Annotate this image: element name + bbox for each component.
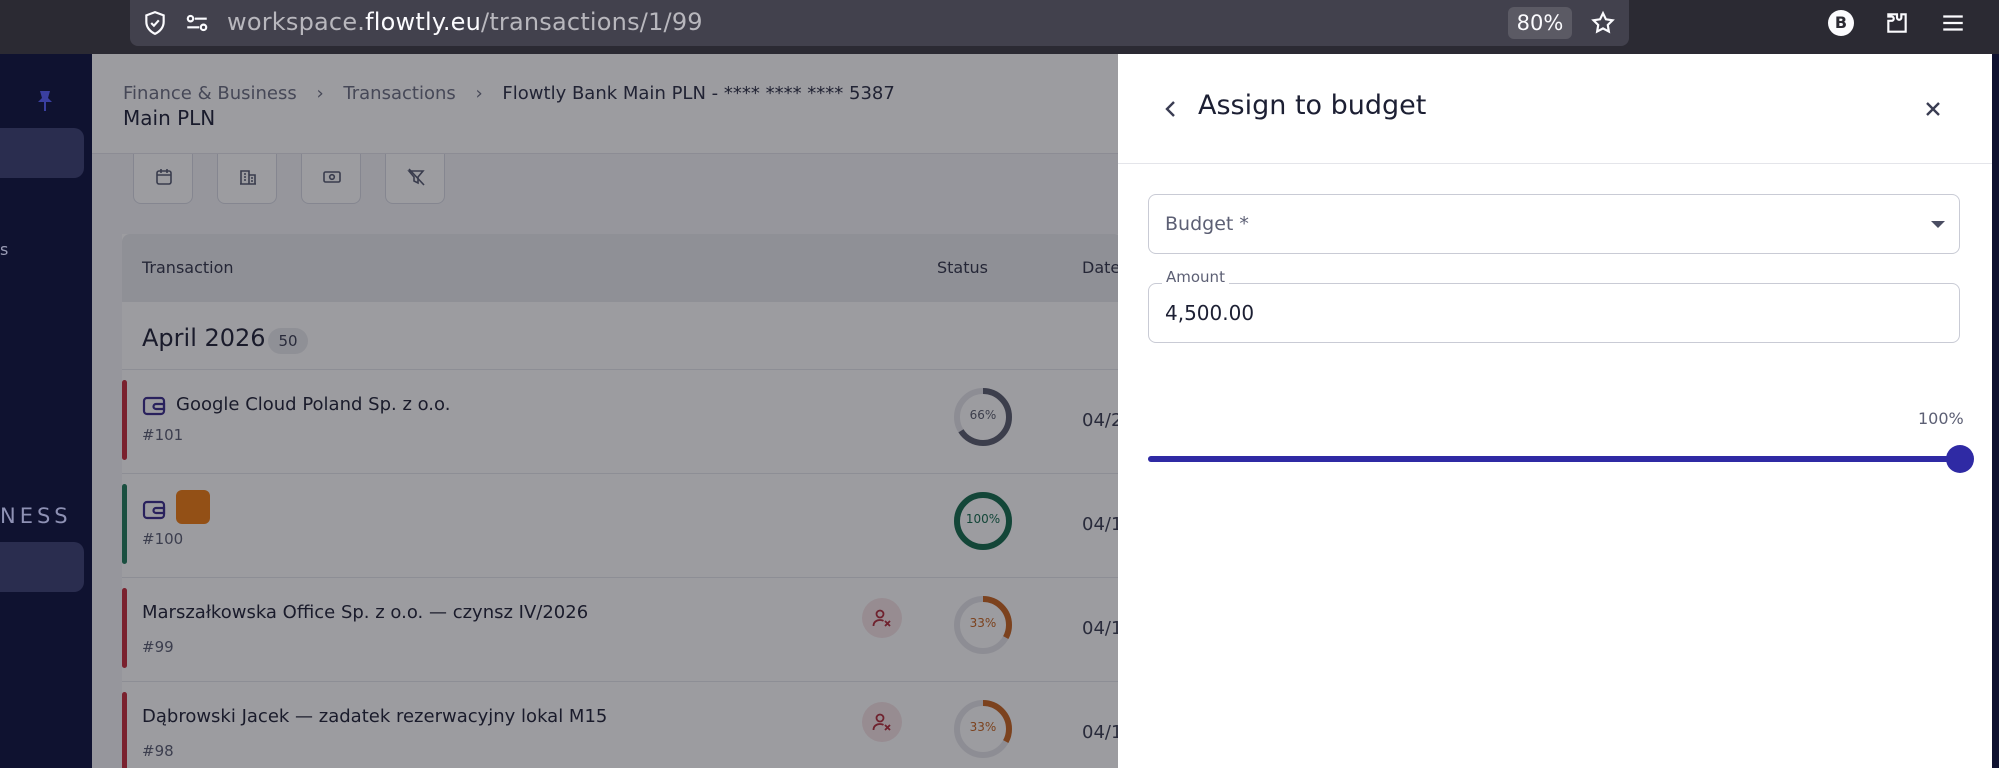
sidebar-item-label: s bbox=[0, 240, 9, 259]
percent-label: 100% bbox=[1918, 409, 1964, 428]
close-button[interactable] bbox=[1918, 94, 1948, 124]
modal-backdrop[interactable] bbox=[92, 54, 1122, 768]
address-bar[interactable]: workspace.flowtly.eu/transactions/1/99 8… bbox=[130, 0, 1629, 46]
sidebar-item-active[interactable] bbox=[0, 128, 84, 178]
browser-toolbar: workspace.flowtly.eu/transactions/1/99 8… bbox=[0, 0, 1999, 54]
sidebar: s NESS bbox=[0, 54, 92, 768]
chevron-left-icon bbox=[1165, 101, 1175, 117]
amount-slider-track[interactable] bbox=[1148, 456, 1960, 462]
site-permissions-icon[interactable] bbox=[184, 10, 210, 36]
menu-icon[interactable] bbox=[1940, 10, 1966, 36]
amount-label: Amount bbox=[1162, 268, 1229, 286]
dropdown-caret-icon bbox=[1931, 221, 1945, 228]
assign-budget-drawer: Assign to budget Budget * 4,500.00 Amoun… bbox=[1118, 54, 1992, 768]
amount-field[interactable]: 4,500.00 bbox=[1148, 283, 1960, 343]
amount-slider-thumb[interactable] bbox=[1946, 445, 1974, 473]
pin-icon[interactable] bbox=[36, 90, 54, 112]
extensions-icon[interactable] bbox=[1884, 10, 1910, 36]
amount-value: 4,500.00 bbox=[1165, 301, 1255, 325]
account-avatar[interactable]: B bbox=[1828, 10, 1854, 36]
back-button[interactable] bbox=[1156, 94, 1186, 124]
url-path: /transactions/1/99 bbox=[481, 8, 703, 36]
bookmark-star-icon[interactable] bbox=[1590, 10, 1616, 36]
drawer-title: Assign to budget bbox=[1198, 90, 1427, 121]
budget-select[interactable]: Budget * bbox=[1148, 194, 1960, 254]
shield-icon[interactable] bbox=[142, 10, 168, 36]
url-domain: flowtly.eu bbox=[365, 8, 482, 36]
drawer-scroll-edge bbox=[1992, 54, 1999, 768]
url-text[interactable]: workspace.flowtly.eu/transactions/1/99 bbox=[227, 8, 703, 36]
budget-select-label: Budget * bbox=[1165, 213, 1249, 235]
zoom-level-button[interactable]: 80% bbox=[1508, 7, 1572, 39]
close-icon bbox=[1926, 102, 1940, 116]
sidebar-item-selected[interactable] bbox=[0, 542, 84, 592]
amount-slider-fill bbox=[1148, 456, 1960, 462]
sidebar-section-heading: NESS bbox=[0, 504, 72, 528]
drawer-header: Assign to budget bbox=[1118, 54, 1992, 164]
url-prefix: workspace. bbox=[227, 8, 366, 36]
